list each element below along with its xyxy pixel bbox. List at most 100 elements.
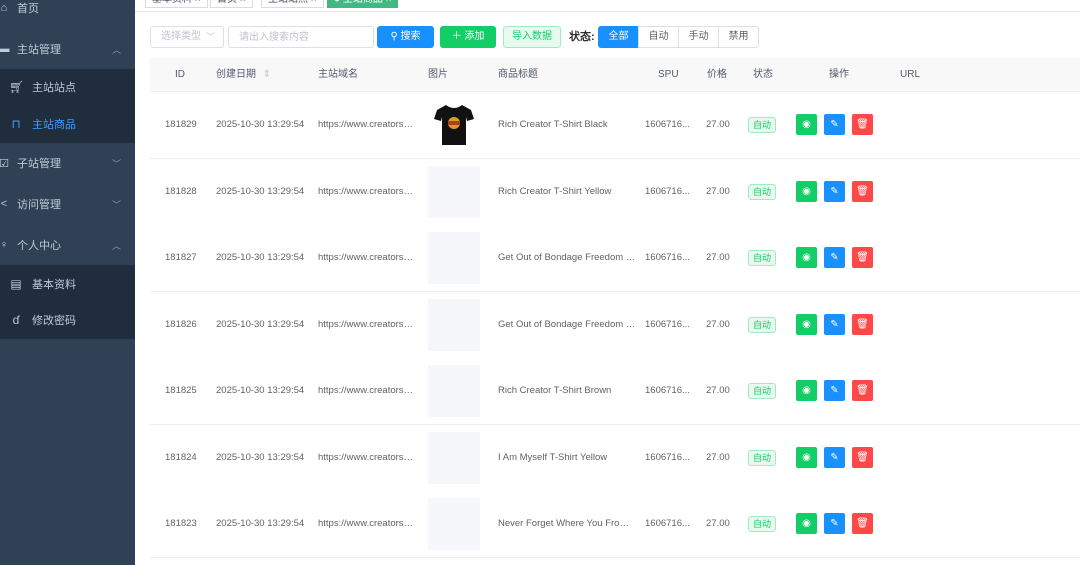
import-button[interactable]: 导入数据 — [503, 26, 561, 48]
pencil-icon: ✎ — [830, 185, 839, 197]
cell-domain[interactable]: https://www.creatorshi... — [318, 491, 416, 557]
edit-button[interactable]: ✎ — [824, 380, 845, 401]
view-button[interactable]: ◉ — [796, 446, 817, 468]
status-filter-label: 状态: — [569, 31, 595, 43]
cell-spu: 1606716... — [645, 518, 690, 529]
chevron-up-icon: ︿ — [111, 240, 121, 251]
view-button[interactable]: ◉ — [796, 380, 817, 401]
delete-button[interactable]: 🗑︎ — [852, 380, 873, 401]
cell-domain[interactable]: https://www.creatorshi... — [318, 292, 416, 358]
product-image[interactable] — [428, 165, 480, 218]
cell-domain[interactable]: https://www.creatorshi... — [318, 425, 416, 491]
delete-button[interactable]: 🗑︎ — [852, 446, 873, 468]
eye-icon: ◉ — [802, 518, 811, 529]
status-badge: 自动 — [748, 183, 777, 200]
column-header-created[interactable]: 创建日期 ⇕ — [216, 58, 271, 92]
edit-button[interactable]: ✎ — [824, 180, 845, 202]
trash-icon: 🗑︎ — [856, 318, 869, 330]
sidebar-item-main-site-stations[interactable]: 🛒︎ 主站站点 — [0, 69, 135, 105]
product-image[interactable] — [428, 431, 480, 484]
column-header-title: 商品标题 — [498, 69, 538, 80]
cell-domain[interactable]: https://www.creatorshi... — [318, 159, 416, 225]
status-filter-all[interactable]: 全部 — [598, 26, 639, 48]
view-button[interactable]: ◉ — [796, 313, 817, 335]
cell-price: 27.00 — [706, 518, 730, 529]
sidebar: ⌂ 首页 ▬ 主站管理 ︿ 🛒︎ 主站站点 ⊓ 主站商品 ☑ 子站管理 ﹀ < … — [0, 0, 135, 565]
eye-icon: ◉ — [802, 318, 811, 330]
status-filter-disabled[interactable]: 禁用 — [718, 26, 759, 48]
sidebar-item-personal[interactable]: ♀ 个人中心 ︿ — [0, 225, 135, 265]
cell-title: Rich Creator T-Shirt Brown — [498, 385, 612, 396]
add-button[interactable]: ＋ 添加 — [440, 26, 496, 48]
tag-main-site-products[interactable]: ● 主站商品 × — [327, 0, 399, 8]
tag-main-site-stations[interactable]: 主站站点 × — [261, 0, 324, 8]
delete-button[interactable]: 🗑︎ — [852, 513, 873, 534]
search-icon: ⚲ — [390, 31, 398, 42]
delete-button[interactable]: 🗑︎ — [852, 114, 873, 135]
cell-created: 2025-10-30 13:29:54 — [216, 318, 305, 330]
table-row: 181828 2025-10-30 13:29:54 https://www.c… — [150, 158, 1080, 226]
product-image[interactable] — [428, 498, 480, 550]
cell-domain[interactable]: https://www.creatorshi... — [318, 358, 416, 424]
column-header-actions: 操作 — [829, 69, 849, 80]
search-button[interactable]: ⚲ 搜索 — [377, 26, 434, 48]
edit-button[interactable]: ✎ — [824, 513, 845, 534]
type-select-placeholder: 选择类型 — [161, 31, 201, 42]
cell-price: 27.00 — [706, 451, 730, 463]
table-row: 181825 2025-10-30 13:29:54 https://www.c… — [150, 358, 1080, 425]
tag-profile[interactable]: 基本资料 × — [145, 0, 208, 8]
eye-icon: ◉ — [802, 451, 811, 463]
column-header-url: URL — [900, 69, 921, 80]
cell-id: 181825 — [165, 385, 197, 396]
sidebar-item-label: 基本资料 — [32, 279, 76, 291]
delete-button[interactable]: 🗑︎ — [852, 180, 873, 202]
view-button[interactable]: ◉ — [796, 247, 817, 268]
delete-button[interactable]: 🗑︎ — [852, 313, 873, 335]
product-image[interactable] — [428, 232, 480, 284]
edit-button[interactable]: ✎ — [824, 446, 845, 468]
sidebar-item-sub-site[interactable]: ☑ 子站管理 ﹀ — [0, 143, 135, 183]
status-filter-manual[interactable]: 手动 — [678, 26, 719, 48]
tag-home[interactable]: 首页 × — [210, 0, 253, 8]
view-button[interactable]: ◉ — [796, 513, 817, 534]
delete-button[interactable]: 🗑︎ — [852, 247, 873, 268]
product-image[interactable] — [428, 99, 480, 151]
product-image[interactable] — [428, 365, 480, 417]
edit-button[interactable]: ✎ — [824, 313, 845, 335]
type-select[interactable]: 选择类型 ﹀ — [150, 26, 224, 48]
sidebar-item-home[interactable]: ⌂ 首页 — [0, 0, 135, 28]
pencil-icon: ✎ — [830, 385, 839, 396]
sidebar-item-access[interactable]: < 访问管理 ﹀ — [0, 184, 135, 224]
cell-created: 2025-10-30 13:29:54 — [216, 185, 305, 197]
sidebar-item-profile[interactable]: ▤ 基本资料 — [0, 266, 135, 302]
cell-created: 2025-10-30 13:29:54 — [216, 385, 305, 396]
view-button[interactable]: ◉ — [796, 180, 817, 202]
cell-created: 2025-10-30 13:29:54 — [216, 518, 305, 529]
sidebar-item-main-site[interactable]: ▬ 主站管理 ︿ — [0, 29, 135, 69]
product-image[interactable] — [428, 298, 480, 351]
document-icon: ▤ — [10, 277, 22, 291]
column-header-price: 价格 — [707, 69, 727, 80]
sidebar-item-label: 个人中心 — [17, 240, 61, 252]
cell-domain[interactable]: https://www.creatorshi... — [318, 225, 416, 291]
home-icon: ⌂ — [0, 2, 8, 14]
cell-price: 27.00 — [706, 385, 730, 396]
edit-button[interactable]: ✎ — [824, 114, 845, 135]
status-filter-auto[interactable]: 自动 — [638, 26, 679, 48]
trash-icon: 🗑︎ — [856, 451, 869, 463]
cell-price: 27.00 — [706, 318, 730, 330]
sidebar-item-main-site-products[interactable]: ⊓ 主站商品 — [0, 106, 135, 142]
user-icon: ♀ — [0, 239, 9, 251]
view-button[interactable]: ◉ — [796, 114, 817, 135]
pencil-icon: ✎ — [830, 119, 839, 130]
cell-domain[interactable]: https://www.creatorshi... — [318, 92, 416, 158]
share-icon: < — [0, 198, 8, 210]
search-input[interactable] — [228, 26, 374, 48]
add-button-label: 添加 — [464, 31, 485, 42]
sidebar-item-label: 修改密码 — [32, 315, 76, 327]
edit-button[interactable]: ✎ — [824, 247, 845, 268]
sidebar-item-change-password[interactable]: ɗ 修改密码 — [0, 302, 135, 338]
table-row: 181824 2025-10-30 13:29:54 https://www.c… — [150, 424, 1080, 492]
eye-icon: ◉ — [802, 119, 811, 130]
status-badge: 自动 — [748, 316, 777, 333]
